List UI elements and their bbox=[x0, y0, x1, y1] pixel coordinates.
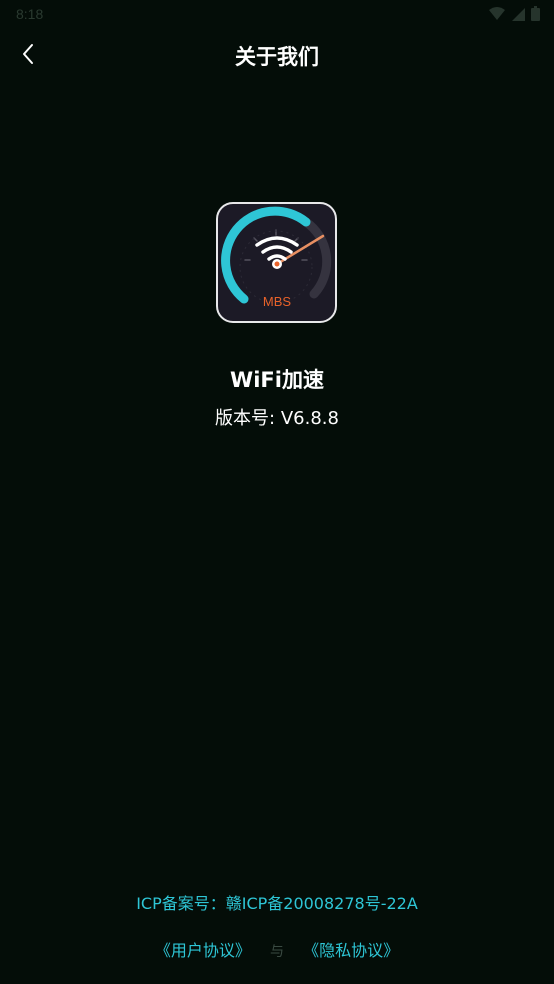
app-name: WiFi加速 bbox=[230, 368, 324, 392]
status-time: 8:18 bbox=[16, 6, 44, 22]
wifi-icon bbox=[489, 6, 505, 20]
icp-filing-text[interactable]: ICP备案号：赣ICP备20008278号-22A bbox=[0, 890, 554, 914]
page-title: 关于我们 bbox=[235, 45, 319, 69]
agreement-separator: 与 bbox=[270, 944, 284, 960]
battery-icon bbox=[531, 6, 540, 21]
privacy-policy-link[interactable]: 《隐私协议》 bbox=[303, 941, 399, 960]
logo-mbs-text: MBS bbox=[263, 294, 292, 309]
app-logo: MBS bbox=[216, 202, 337, 323]
signal-icon bbox=[512, 7, 525, 21]
status-bar: 8:18 bbox=[0, 0, 554, 30]
agreement-links: 《用户协议》 与 《隐私协议》 bbox=[0, 937, 554, 961]
user-agreement-link[interactable]: 《用户协议》 bbox=[155, 941, 251, 960]
status-icons bbox=[489, 6, 540, 21]
header: 关于我们 bbox=[0, 30, 554, 78]
app-version: 版本号: V6.8.8 bbox=[215, 408, 339, 429]
